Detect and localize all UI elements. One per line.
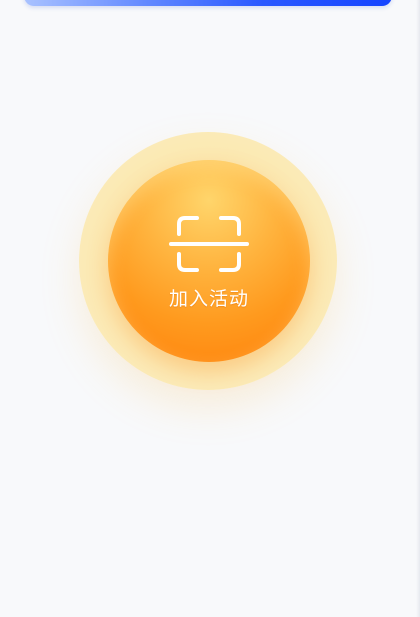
scan-icon <box>169 216 249 272</box>
top-banner <box>24 0 392 6</box>
page-right-edge <box>416 0 420 617</box>
join-activity-label: 加入活动 <box>168 288 249 310</box>
join-activity-button[interactable]: 加入活动 <box>108 160 310 362</box>
